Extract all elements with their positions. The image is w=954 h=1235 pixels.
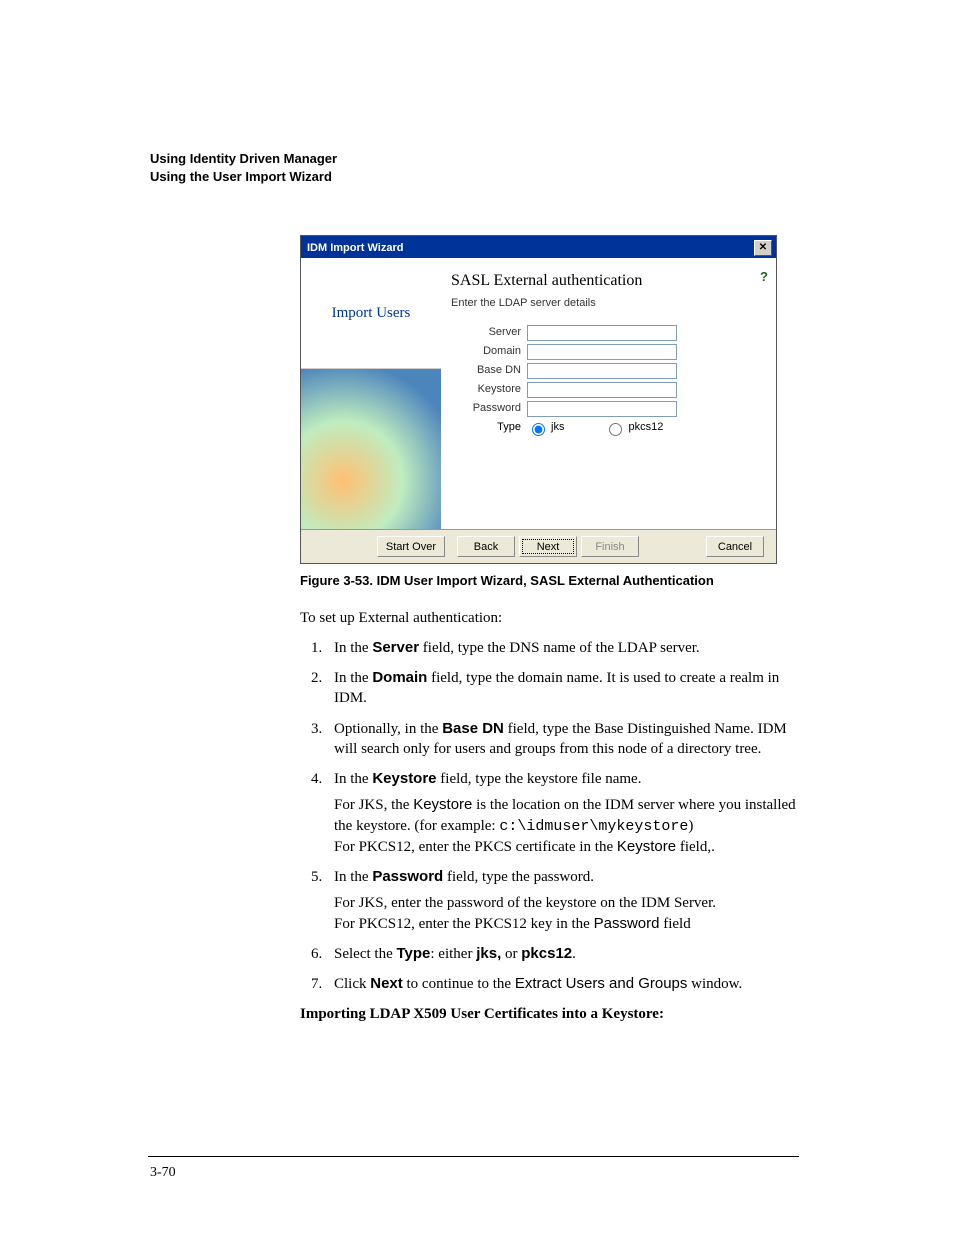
keystore-label: Keystore (451, 382, 527, 397)
step-1: In the Server field, type the DNS name o… (326, 638, 799, 658)
steps-list: In the Server field, type the DNS name o… (300, 638, 799, 995)
wizard-title: IDM Import Wizard (307, 241, 403, 256)
close-icon[interactable]: ✕ (754, 240, 772, 256)
type-jks-radio[interactable] (532, 423, 545, 436)
wizard-sidebar-image (301, 369, 441, 529)
start-over-button[interactable]: Start Over (377, 536, 445, 557)
wizard-content: ? SASL External authentication Enter the… (441, 258, 776, 529)
password-input[interactable] (527, 401, 677, 417)
wizard-button-row: Start Over Back Next Finish Cancel (301, 530, 776, 563)
header-line-1: Using Identity Driven Manager (150, 150, 799, 168)
basedn-input[interactable] (527, 363, 677, 379)
type-jks-text: jks (551, 420, 564, 435)
server-label: Server (451, 325, 527, 340)
step-6: Select the Type: either jks, or pkcs12. (326, 944, 799, 964)
domain-input[interactable] (527, 344, 677, 360)
cancel-button[interactable]: Cancel (706, 536, 764, 557)
wizard-subheading: Enter the LDAP server details (451, 296, 766, 311)
wizard-titlebar: IDM Import Wizard ✕ (301, 236, 776, 258)
wizard-heading: SASL External authentication (451, 270, 766, 292)
back-button[interactable]: Back (457, 536, 515, 557)
subsection-heading: Importing LDAP X509 User Certificates in… (300, 1004, 799, 1024)
password-label: Password (451, 401, 527, 416)
running-header: Using Identity Driven Manager Using the … (150, 150, 799, 185)
type-pkcs12-option[interactable]: pkcs12 (604, 420, 663, 436)
server-input[interactable] (527, 325, 677, 341)
step-3: Optionally, in the Base DN field, type t… (326, 719, 799, 760)
wizard-step-label: Import Users (301, 258, 441, 369)
type-label: Type (451, 420, 527, 435)
body-text: To set up External authentication: In th… (300, 608, 799, 1025)
finish-button: Finish (581, 536, 639, 557)
help-icon[interactable]: ? (760, 268, 768, 286)
header-line-2: Using the User Import Wizard (150, 168, 799, 186)
type-jks-option[interactable]: jks (527, 420, 564, 436)
intro-text: To set up External authentication: (300, 608, 799, 628)
step-7: Click Next to continue to the Extract Us… (326, 974, 799, 994)
next-button[interactable]: Next (519, 536, 577, 557)
keystore-input[interactable] (527, 382, 677, 398)
step-2: In the Domain field, type the domain nam… (326, 668, 799, 709)
footer-rule (148, 1156, 799, 1157)
basedn-label: Base DN (451, 363, 527, 378)
figure: IDM Import Wizard ✕ Import Users ? SASL … (300, 235, 799, 590)
page-number: 3-70 (150, 1164, 176, 1183)
domain-label: Domain (451, 344, 527, 359)
wizard-window: IDM Import Wizard ✕ Import Users ? SASL … (300, 235, 777, 564)
step-5: In the Password field, type the password… (326, 867, 799, 934)
type-pkcs12-radio[interactable] (609, 423, 622, 436)
wizard-sidebar: Import Users (301, 258, 441, 529)
figure-caption: Figure 3-53. IDM User Import Wizard, SAS… (300, 572, 799, 590)
type-pkcs12-text: pkcs12 (628, 420, 663, 435)
step-4: In the Keystore field, type the keystore… (326, 769, 799, 857)
